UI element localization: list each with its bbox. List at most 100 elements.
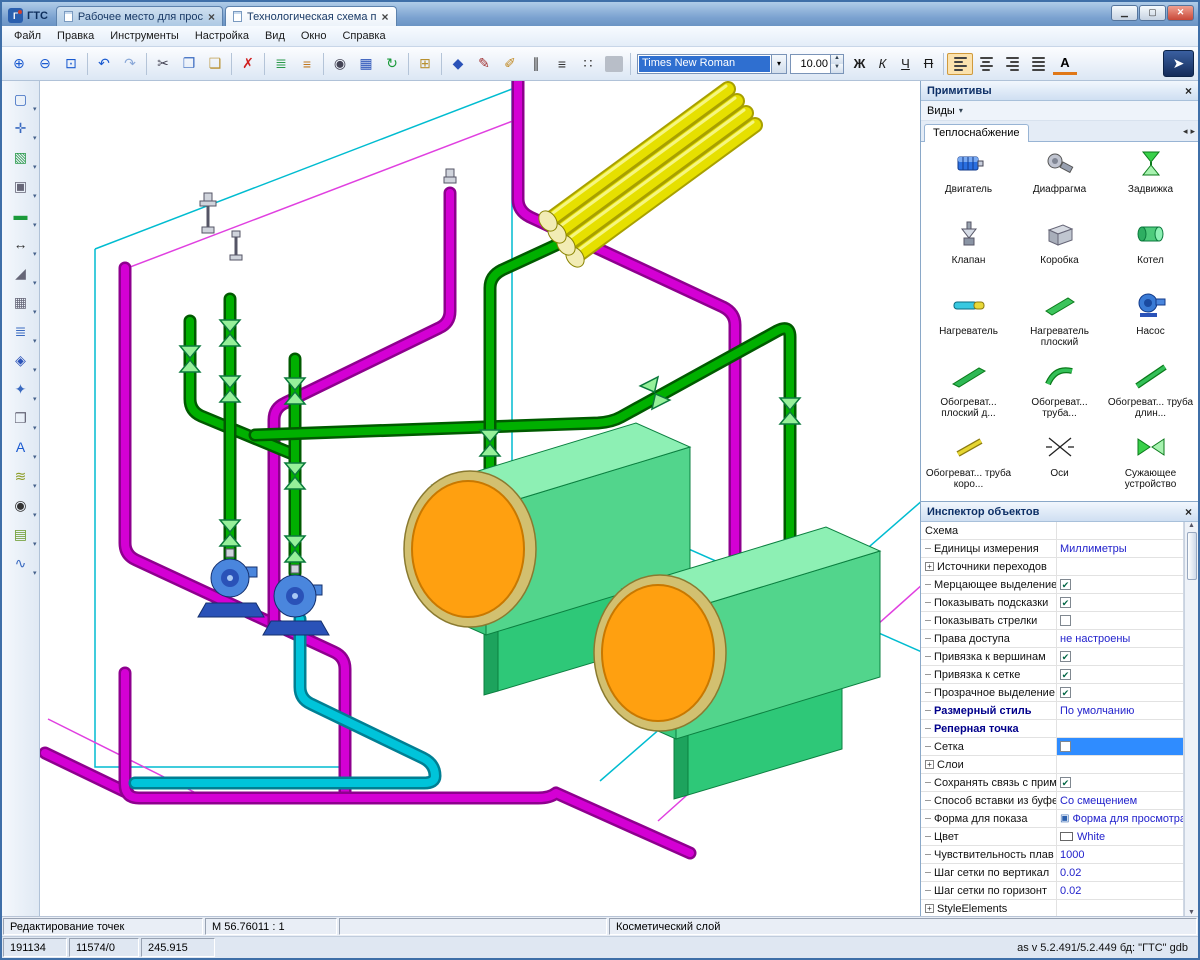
- menu-Вид[interactable]: Вид: [257, 28, 293, 44]
- copy-icon[interactable]: ❐: [176, 52, 202, 76]
- notebook-tool[interactable]: ▤▾: [5, 520, 37, 548]
- save-icon[interactable]: ▦: [353, 52, 379, 76]
- minimize-button[interactable]: ▁: [1111, 5, 1138, 21]
- hook-tool[interactable]: ∿▾: [5, 549, 37, 577]
- close-button[interactable]: ✕: [1167, 5, 1194, 21]
- underline-button[interactable]: Ч: [894, 53, 917, 75]
- font-color-button[interactable]: А: [1053, 53, 1077, 75]
- scroll-right-icon[interactable]: ▸: [1190, 126, 1195, 137]
- font-family-select[interactable]: Times New Roman ▾: [637, 54, 787, 74]
- menu-Справка[interactable]: Справка: [334, 28, 393, 44]
- primitive-item[interactable]: Двигатель: [923, 148, 1014, 219]
- bold-button[interactable]: Ж: [848, 53, 871, 75]
- pen-icon[interactable]: ✎: [471, 52, 497, 76]
- chevron-down-icon[interactable]: ▾: [33, 366, 37, 374]
- align-right-button[interactable]: [999, 53, 1025, 75]
- scroll-up-icon[interactable]: ▲: [1188, 522, 1195, 529]
- inspector-row[interactable]: +Слои: [921, 756, 1183, 774]
- primitive-item[interactable]: Нагреватель плоский: [1014, 290, 1105, 361]
- canvas-area[interactable]: [40, 81, 920, 916]
- redo-icon[interactable]: ↷: [117, 52, 143, 76]
- checkbox[interactable]: ✔: [1060, 777, 1071, 788]
- lines-icon[interactable]: ≡: [549, 52, 575, 76]
- structure-list-icon[interactable]: ≣: [268, 52, 294, 76]
- chevron-down-icon[interactable]: ▾: [33, 337, 37, 345]
- undo-icon[interactable]: ↶: [91, 52, 117, 76]
- checkbox[interactable]: [1060, 615, 1071, 626]
- spin-up-icon[interactable]: ▲: [831, 55, 843, 64]
- property-value[interactable]: ✔: [1057, 774, 1183, 791]
- chevron-down-icon[interactable]: ▾: [33, 221, 37, 229]
- inspector-row[interactable]: Привязка к вершинам✔: [921, 648, 1183, 666]
- font-size-stepper[interactable]: 10.00 ▲▼: [790, 54, 844, 74]
- property-value[interactable]: [1057, 756, 1183, 773]
- menu-Правка[interactable]: Правка: [49, 28, 102, 44]
- checkbox[interactable]: [1060, 741, 1071, 752]
- outline-tool[interactable]: ≣▾: [5, 317, 37, 345]
- inspector-row[interactable]: Показывать стрелки: [921, 612, 1183, 630]
- columns-icon[interactable]: ∥: [523, 52, 549, 76]
- inspector-row[interactable]: ЦветWhite: [921, 828, 1183, 846]
- primitive-item[interactable]: Задвижка: [1105, 148, 1196, 219]
- inspector-row[interactable]: Схема: [921, 522, 1183, 540]
- paste-icon[interactable]: ❏: [202, 52, 228, 76]
- primitive-item[interactable]: Оси: [1014, 432, 1105, 501]
- inspector-row[interactable]: Права доступане настроены: [921, 630, 1183, 648]
- primitive-item[interactable]: Коробка: [1014, 219, 1105, 290]
- layers-stack-tool[interactable]: ≋▾: [5, 462, 37, 490]
- spin-down-icon[interactable]: ▼: [831, 64, 843, 73]
- inspector-row[interactable]: Показывать подсказки✔: [921, 594, 1183, 612]
- spray-tool[interactable]: ✦▾: [5, 375, 37, 403]
- primitive-item[interactable]: Насос: [1105, 290, 1196, 361]
- property-value[interactable]: 0.02: [1057, 882, 1183, 899]
- inspector-row[interactable]: +Источники переходов: [921, 558, 1183, 576]
- property-value[interactable]: [1057, 720, 1183, 737]
- primitive-item[interactable]: Котел: [1105, 219, 1196, 290]
- chevron-down-icon[interactable]: ▾: [33, 134, 37, 142]
- inspector-row[interactable]: Сохранять связь с прим✔: [921, 774, 1183, 792]
- chevron-down-icon[interactable]: ▾: [33, 424, 37, 432]
- tab-workspace[interactable]: Рабочее место для прос ×: [56, 6, 223, 26]
- inspector-row[interactable]: Мерцающее выделение✔: [921, 576, 1183, 594]
- inspector-row[interactable]: Чувствительность плав1000: [921, 846, 1183, 864]
- property-value[interactable]: [1057, 612, 1183, 629]
- property-value[interactable]: [1057, 738, 1183, 755]
- inspector-row[interactable]: Способ вставки из буфеСо смещением: [921, 792, 1183, 810]
- chevron-down-icon[interactable]: ▾: [33, 540, 37, 548]
- primitive-item[interactable]: Сужающее устройство: [1105, 432, 1196, 501]
- property-value[interactable]: не настроены: [1057, 630, 1183, 647]
- inspector-row[interactable]: Единицы измеренияМиллиметры: [921, 540, 1183, 558]
- inspector-row[interactable]: +StyleElements: [921, 900, 1183, 916]
- inspector-row[interactable]: Размерный стильПо умолчанию: [921, 702, 1183, 720]
- chevron-down-icon[interactable]: ▾: [33, 308, 37, 316]
- checkbox[interactable]: ✔: [1060, 597, 1071, 608]
- tab-heat-supply[interactable]: Теплоснабжение: [924, 124, 1029, 142]
- close-icon[interactable]: ×: [1185, 84, 1192, 98]
- property-value[interactable]: ✔: [1057, 576, 1183, 593]
- dots-icon[interactable]: ∷: [575, 52, 601, 76]
- expand-icon[interactable]: +: [925, 562, 934, 571]
- app-tab[interactable]: Г ГТС: [6, 8, 56, 26]
- chevron-down-icon[interactable]: ▾: [33, 482, 37, 490]
- inspector-row[interactable]: Привязка к сетке✔: [921, 666, 1183, 684]
- cut-icon[interactable]: ✂: [150, 52, 176, 76]
- align-center-button[interactable]: [973, 53, 999, 75]
- items-list-icon[interactable]: ≡: [294, 52, 320, 76]
- zoom-in-icon[interactable]: ⊕: [6, 52, 32, 76]
- scroll-left-icon[interactable]: ◂: [1183, 126, 1188, 137]
- property-value[interactable]: [1057, 900, 1183, 916]
- property-value[interactable]: [1057, 558, 1183, 575]
- property-value[interactable]: ▣Форма для просмотра схе: [1057, 810, 1183, 827]
- inspector-row[interactable]: Реперная точка: [921, 720, 1183, 738]
- chevron-down-icon[interactable]: ▾: [33, 105, 37, 113]
- property-value[interactable]: White: [1057, 828, 1183, 845]
- scrollbar-thumb[interactable]: [1187, 532, 1197, 580]
- property-value[interactable]: [1057, 522, 1183, 539]
- property-value[interactable]: 0.02: [1057, 864, 1183, 881]
- inspector-scrollbar[interactable]: ▲ ▼: [1184, 522, 1198, 916]
- checkbox[interactable]: ✔: [1060, 651, 1071, 662]
- italic-button[interactable]: К: [871, 53, 894, 75]
- chevron-down-icon[interactable]: ▾: [33, 453, 37, 461]
- fill-gray-icon[interactable]: [605, 56, 623, 72]
- scheme-graphics[interactable]: [45, 81, 920, 853]
